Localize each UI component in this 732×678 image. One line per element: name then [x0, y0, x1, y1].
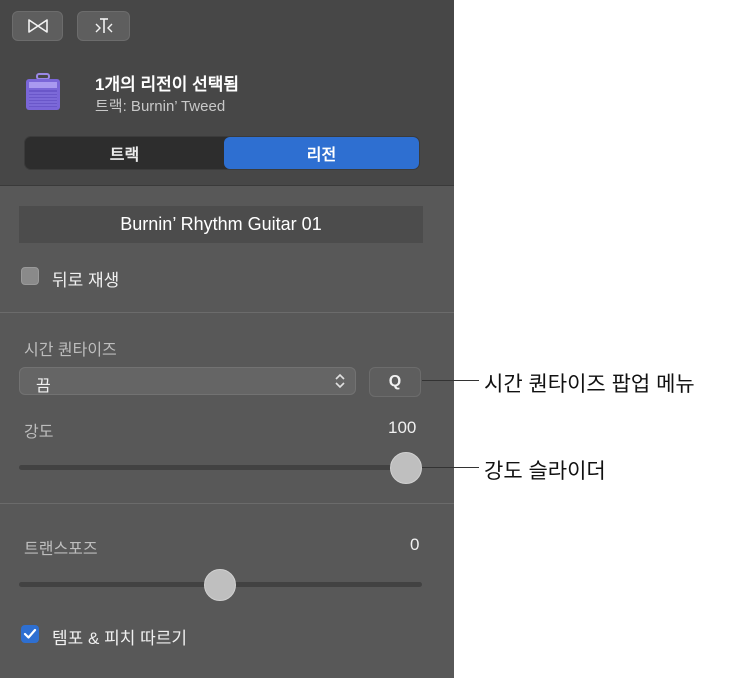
strength-slider-track[interactable]	[19, 465, 422, 470]
bowtie-icon	[27, 19, 48, 33]
transpose-label: 트랜스포즈	[24, 541, 98, 558]
track-region-segmented-control: 트랙 리전	[24, 136, 420, 170]
branch-icon	[95, 18, 112, 33]
section-divider-2	[0, 503, 454, 504]
branch-button[interactable]	[77, 11, 130, 41]
strength-callout-line	[422, 467, 479, 468]
checkmark-icon	[23, 628, 37, 639]
amp-icon	[26, 73, 60, 110]
region-inspector-panel: 1개의 리전이 선택됨 트랙: Burnin’ Tweed 트랙 리전 Burn…	[0, 0, 454, 678]
inspector-header: 1개의 리전이 선택됨 트랙: Burnin’ Tweed 트랙 리전	[0, 0, 454, 185]
strength-slider-knob[interactable]	[390, 452, 422, 484]
selection-title: 1개의 리전이 선택됨	[95, 75, 240, 94]
transpose-slider-knob[interactable]	[204, 569, 236, 601]
time-quantize-label: 시간 퀀타이즈	[24, 342, 117, 359]
follow-tempo-pitch-label: 템포 & 피치 따르기	[52, 629, 187, 648]
transpose-value: 0	[410, 535, 420, 554]
quantize-q-button[interactable]: Q	[369, 367, 421, 397]
reverse-playback-label: 뒤로 재생	[52, 271, 120, 290]
strength-callout-text: 강도 슬라이더	[484, 460, 606, 483]
quantize-callout-line	[422, 380, 479, 381]
strength-value: 100	[388, 418, 417, 437]
time-quantize-value: 끔	[36, 378, 51, 395]
reverse-playback-checkbox[interactable]	[21, 267, 39, 285]
tab-region[interactable]: 리전	[224, 137, 419, 169]
follow-tempo-pitch-checkbox[interactable]	[21, 625, 39, 643]
strength-label: 강도	[24, 424, 54, 441]
section-divider	[0, 312, 454, 313]
chevron-updown-icon	[335, 373, 345, 389]
time-quantize-popup[interactable]: 끔	[19, 367, 356, 395]
header-divider	[0, 185, 454, 186]
quantize-callout-text: 시간 퀀타이즈 팝업 메뉴	[484, 373, 695, 396]
tab-track[interactable]: 트랙	[25, 137, 224, 169]
bowtie-button[interactable]	[12, 11, 63, 41]
track-subtitle: 트랙: Burnin’ Tweed	[95, 98, 226, 115]
region-name-field[interactable]: Burnin’ Rhythm Guitar 01	[19, 206, 423, 243]
